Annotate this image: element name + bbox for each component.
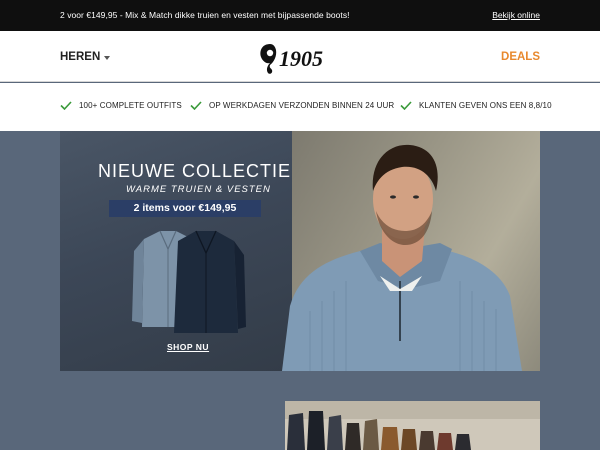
usp-label: KLANTEN GEVEN ONS EEN 8,8/10: [419, 101, 552, 110]
usp-label: OP WERKDAGEN VERZONDEN BINNEN 24 UUR: [209, 101, 395, 110]
logo[interactable]: 1905: [258, 40, 346, 76]
nav-heren-label: HEREN: [60, 51, 101, 63]
usp-item: KLANTEN GEVEN ONS EEN 8,8/10: [400, 101, 552, 110]
usp-bar: 100+ COMPLETE OUTFITS OP WERKDAGEN VERZO…: [0, 83, 600, 131]
model-photo: [282, 144, 522, 371]
hero-subtitle: WARME TRUIEN & VESTEN: [126, 184, 271, 195]
nav-deals-link[interactable]: DEALS: [501, 51, 540, 63]
view-online-link[interactable]: Bekijk online: [492, 10, 540, 20]
check-icon: [190, 101, 202, 110]
usp-item: 100+ COMPLETE OUTFITS: [60, 101, 182, 110]
chevron-down-icon: [104, 55, 111, 60]
shop-now-link[interactable]: SHOP NU: [167, 342, 209, 352]
check-icon: [400, 101, 412, 110]
price-badge: 2 items voor €149,95: [109, 200, 261, 217]
logo-text: 1905: [279, 46, 323, 71]
boots-banner[interactable]: [285, 401, 540, 450]
boots-illustration: [285, 401, 540, 450]
header: HEREN 1905 DEALS: [0, 31, 600, 82]
promo-text: 2 voor €149,95 - Mix & Match dikke truie…: [60, 10, 350, 20]
usp-label: 100+ COMPLETE OUTFITS: [79, 101, 182, 110]
usp-item: OP WERKDAGEN VERZONDEN BINNEN 24 UUR: [190, 101, 394, 110]
top-promo-bar: 2 voor €149,95 - Mix & Match dikke truie…: [0, 0, 600, 31]
hero-title: NIEUWE COLLECTIE: [98, 161, 292, 181]
hero-banner[interactable]: NIEUWE COLLECTIE WARME TRUIEN & VESTEN 2…: [60, 131, 540, 371]
check-icon: [60, 101, 72, 110]
product-cardigan-navy: [174, 230, 246, 333]
nav-heren-menu[interactable]: HEREN: [60, 51, 111, 63]
